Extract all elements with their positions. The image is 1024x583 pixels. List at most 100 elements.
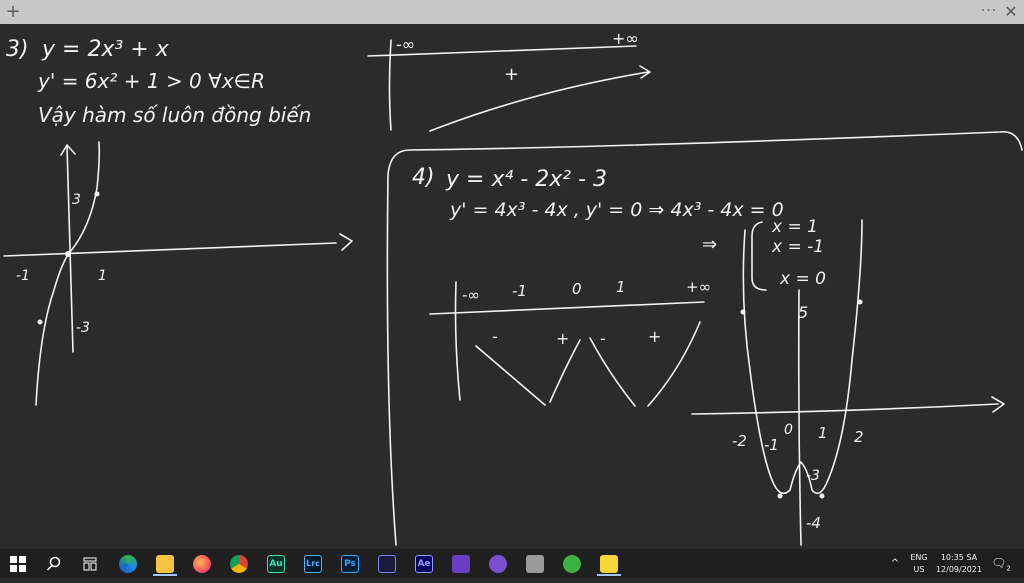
graph4-label-neg2: -2 [732,432,747,450]
table4-arrow-2 [549,339,581,403]
graph4-label-top: 5 [798,303,808,322]
table3-neg-inf: -∞ [396,35,415,54]
problem4-implies: ⇒ [702,234,717,255]
handwriting-layer: 3) y = 2x³ + x y' = 6x² + 1 > 0 ∀x∈R Vậy… [3,29,1023,546]
problem4-roots-brace [751,221,767,291]
problem4-root-2: x = -1 [771,237,824,257]
table4-h-posinf: +∞ [686,278,711,296]
taskbar-app-purple[interactable] [445,551,477,576]
graph4-point-left [740,309,746,315]
graph3-label-pos1: 1 [98,268,107,284]
app-purple-icon [452,554,470,573]
system-clock[interactable]: 10:35 SA 12/09/2021 [934,549,984,581]
edge-icon [119,554,137,573]
app-dark-icon [378,554,396,573]
problem3-function: y = 2x³ + x [41,37,170,62]
table4-vertical-line [454,281,461,401]
problem3-variation-table: -∞ +∞ + [367,29,651,132]
graph4-label-pos2: 2 [854,428,864,446]
keyboard-layout: US [913,565,925,574]
new-page-button[interactable]: + [4,0,22,24]
language-indicator[interactable]: ENG US [906,549,932,581]
table4-sign-2: + [556,329,569,348]
graph3-label-pos3: 3 [72,192,81,208]
search-button[interactable] [38,551,70,576]
taskbar-app-github[interactable] [482,551,514,576]
table4-h-neg1: -1 [512,282,527,300]
graph4-label-min: -4 [806,514,821,532]
table4-arrow-1 [475,345,546,406]
search-icon [46,556,61,571]
taskbar-app-edge[interactable] [112,551,144,576]
problem4-root-3: x = 0 [779,269,826,289]
taskbar: Au Lrc Ps Ae ^ ENG US 10:35 SA 12/09/202… [0,549,1024,578]
graph3-origin-point [65,251,71,257]
table4-sign-1: - [492,327,498,346]
task-view-icon [83,557,97,570]
problem4-function: y = x⁴ - 2x² - 3 [445,167,607,192]
after-effects-icon: Ae [415,554,433,573]
task-view-button[interactable] [74,551,106,576]
taskbar-app-file-explorer[interactable] [149,551,181,576]
graph3-label-neg1: -1 [16,268,30,284]
github-icon [489,554,507,573]
problem3-conclusion: Vậy hàm số luôn đồng biến [38,103,311,127]
taskbar-app-chrome[interactable] [223,551,255,576]
whiteboard-canvas[interactable]: 3) y = 2x³ + x y' = 6x² + 1 > 0 ∀x∈R Vậy… [0,24,1024,549]
table4-sign-3: - [600,329,606,348]
graph4-point-right [857,299,863,305]
taskbar-app-photoshop[interactable]: Ps [334,551,366,576]
taskbar-app-firefox[interactable] [186,551,218,576]
tray-expand-button[interactable]: ^ [888,549,902,578]
lightroom-icon: Lrc [304,554,322,573]
window-title-bar: + ··· ✕ [0,0,1024,24]
chrome-icon [230,554,248,573]
table4-h-neginf: -∞ [462,286,480,304]
problem3-graph: 3 -3 -1 1 [3,141,353,406]
graph3-x-axis [3,242,337,257]
more-options-button[interactable]: ··· [978,0,1000,24]
table3-sign: + [504,64,519,85]
clock-time: 10:35 SA [940,553,978,562]
windows-icon [10,555,26,572]
folder-icon [156,554,174,573]
app-gray-icon [526,554,544,573]
problem4-graph: -3 -4 5 -2 -1 0 1 2 [691,219,1005,546]
graph4-curve [742,219,863,495]
graph4-label-max: -3 [806,468,820,484]
clock-date: 12/09/2021 [935,565,983,574]
taskbar-app-after-effects[interactable]: Ae [408,551,440,576]
problem4-variation-table: -∞ -1 0 1 +∞ - + - + [429,278,711,407]
notification-icon: 🗨 [991,556,1007,570]
problem3-derivative: y' = 6x² + 1 > 0 ∀x∈R [37,69,265,93]
table4-sign-4: + [648,327,661,346]
graph3-point-pos [94,191,100,197]
photoshop-icon: Ps [341,554,359,573]
taskbar-app-dark[interactable] [371,551,403,576]
table4-h-1: 1 [616,278,626,296]
notification-count: 2 [1006,564,1011,573]
taskbar-app-lightroom[interactable]: Lrc [297,551,329,576]
notification-button[interactable]: 🗨2 [990,549,1012,578]
active-indicator [153,574,177,576]
table3-vertical-line [388,39,392,131]
graph3-point-neg [37,319,43,325]
problem4-frame [386,131,1023,546]
taskbar-app-green[interactable] [556,551,588,576]
graph4-label-zero: 0 [784,422,793,438]
graph4-label-pos1: 1 [818,424,828,442]
taskbar-app-audition[interactable]: Au [260,551,292,576]
problem4-root-1: x = 1 [771,217,818,237]
table4-h-0: 0 [572,280,582,298]
table3-increase-arrow [429,71,649,132]
start-button[interactable] [2,551,34,576]
taskbar-app-gray[interactable] [519,551,551,576]
table4-arrow-3 [589,337,636,407]
app-green-icon [563,554,581,573]
language-code: ENG [910,553,928,562]
taskbar-app-sticky-notes[interactable] [593,551,625,576]
close-button[interactable]: ✕ [1002,0,1020,24]
graph4-y-axis [797,289,802,546]
active-indicator [597,574,621,576]
graph4-min-right [819,493,825,499]
